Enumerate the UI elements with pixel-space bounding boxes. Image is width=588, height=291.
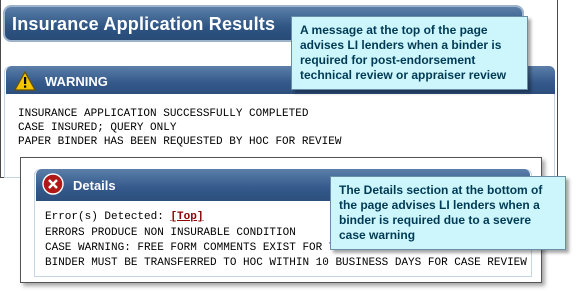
top-link[interactable]: [Top] xyxy=(170,211,203,223)
details-message-line: ERRORS PRODUCE NON INSURABLE CONDITION xyxy=(45,227,296,239)
callout-top-annotation: A message at the top of the page advises… xyxy=(291,16,528,90)
warning-title: WARNING xyxy=(45,74,108,89)
warning-message-line: INSURANCE APPLICATION SUCCESSFULLY COMPL… xyxy=(18,108,309,120)
details-title: Details xyxy=(73,178,116,193)
warning-message-line: CASE INSURED; QUERY ONLY xyxy=(18,122,177,134)
callout-bottom-annotation: The Details section at the bottom of the… xyxy=(330,176,566,250)
errors-detected-label: Error(s) Detected: xyxy=(45,211,164,223)
details-message-line: BINDER MUST BE TRANSFERRED TO HOC WITHIN… xyxy=(45,257,527,269)
error-x-icon xyxy=(42,173,64,195)
warning-message-line: PAPER BINDER HAS BEEN REQUESTED BY HOC F… xyxy=(18,136,342,148)
warning-triangle-icon xyxy=(14,71,36,91)
errors-detected-row: Error(s) Detected: [Top] xyxy=(45,211,203,224)
page-title: Insurance Application Results xyxy=(12,14,276,34)
